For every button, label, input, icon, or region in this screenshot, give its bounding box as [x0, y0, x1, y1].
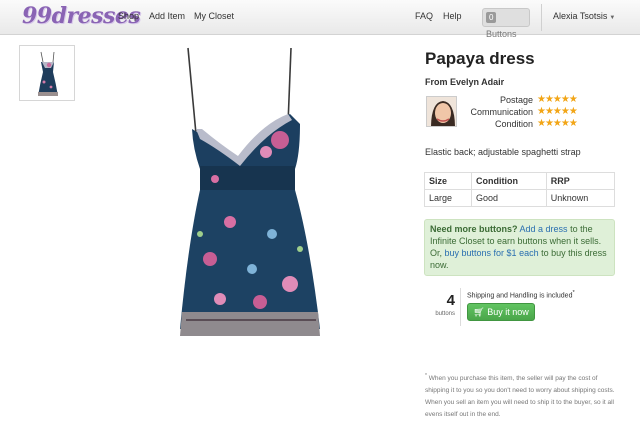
price-unit: buttons [435, 311, 455, 317]
buy-it-now-button[interactable]: 🛒︎ Buy it now [467, 303, 535, 321]
buttons-label: Buttons [486, 29, 517, 39]
need-buttons-alert: Need more buttons? Add a dress to the In… [424, 219, 615, 276]
table-header-size: Size [424, 172, 472, 190]
buy-button-label: Buy it now [487, 307, 529, 317]
rating-stars-condition: ★★★★★ [537, 118, 578, 129]
table-header-row: Size Condition RRP [424, 172, 616, 190]
rating-stars-communication: ★★★★★ [537, 106, 578, 117]
price-buttons: 4 [446, 292, 455, 309]
buy-buttons-link[interactable]: buy buttons for $1 each [445, 248, 539, 258]
shipping-text: Shipping and Handling is included [467, 292, 573, 300]
seller-photo [427, 97, 456, 126]
product-description: Elastic back; adjustable spaghetti strap [425, 147, 581, 157]
rating-label-condition: Condition [494, 119, 533, 129]
top-navbar: 99dresses Shop Add Item My Closet FAQ He… [0, 0, 640, 39]
user-menu[interactable]: Alexia Tsotsis ▼ [553, 11, 615, 21]
table-header-rrp: RRP [545, 172, 616, 190]
add-dress-link[interactable]: Add a dress [520, 224, 568, 234]
buttons-count-badge: 0 [486, 12, 497, 23]
rating-stars-postage: ★★★★★ [537, 94, 578, 105]
product-thumbnail[interactable] [19, 45, 75, 101]
cart-icon: 🛒︎ [473, 307, 485, 317]
nav-link-shop[interactable]: Shop [118, 11, 139, 21]
price-divider [460, 288, 461, 326]
seller-avatar[interactable] [426, 96, 457, 127]
footnote-text: When you purchase this item, the seller … [425, 375, 615, 419]
nav-link-add-item[interactable]: Add Item [149, 11, 185, 21]
dress-image [180, 47, 320, 336]
buttons-balance[interactable]: 0 Buttons [482, 8, 530, 39]
nav-link-help[interactable]: Help [443, 11, 462, 21]
rating-label-communication: Communication [470, 107, 533, 117]
product-main-image[interactable] [160, 44, 330, 362]
spec-size-value: Large [424, 189, 472, 207]
table-header-condition: Condition [470, 172, 547, 190]
promo-heading: Need more buttons? [430, 224, 518, 234]
spec-rrp-value: Unknown [545, 189, 616, 207]
product-specs-table: Size Condition RRP Large Good Unknown [424, 172, 616, 207]
nav-link-my-closet[interactable]: My Closet [194, 11, 234, 21]
rating-label-postage: Postage [499, 95, 533, 105]
dress-thumbnail-image [38, 51, 58, 96]
product-title: Papaya dress [425, 49, 535, 68]
nav-link-faq[interactable]: FAQ [415, 11, 433, 21]
nav-divider [541, 4, 542, 31]
user-name: Alexia Tsotsis [553, 11, 608, 21]
spec-condition-value: Good [470, 189, 547, 207]
table-row: Large Good Unknown [424, 189, 616, 207]
shipping-note: Shipping and Handling is included* [467, 290, 575, 299]
shipping-footnote-mark: * [572, 290, 575, 296]
shipping-footnote: * When you purchase this item, the selle… [425, 370, 620, 421]
seller-name[interactable]: From Evelyn Adair [425, 77, 504, 87]
chevron-down-icon: ▼ [609, 15, 616, 21]
